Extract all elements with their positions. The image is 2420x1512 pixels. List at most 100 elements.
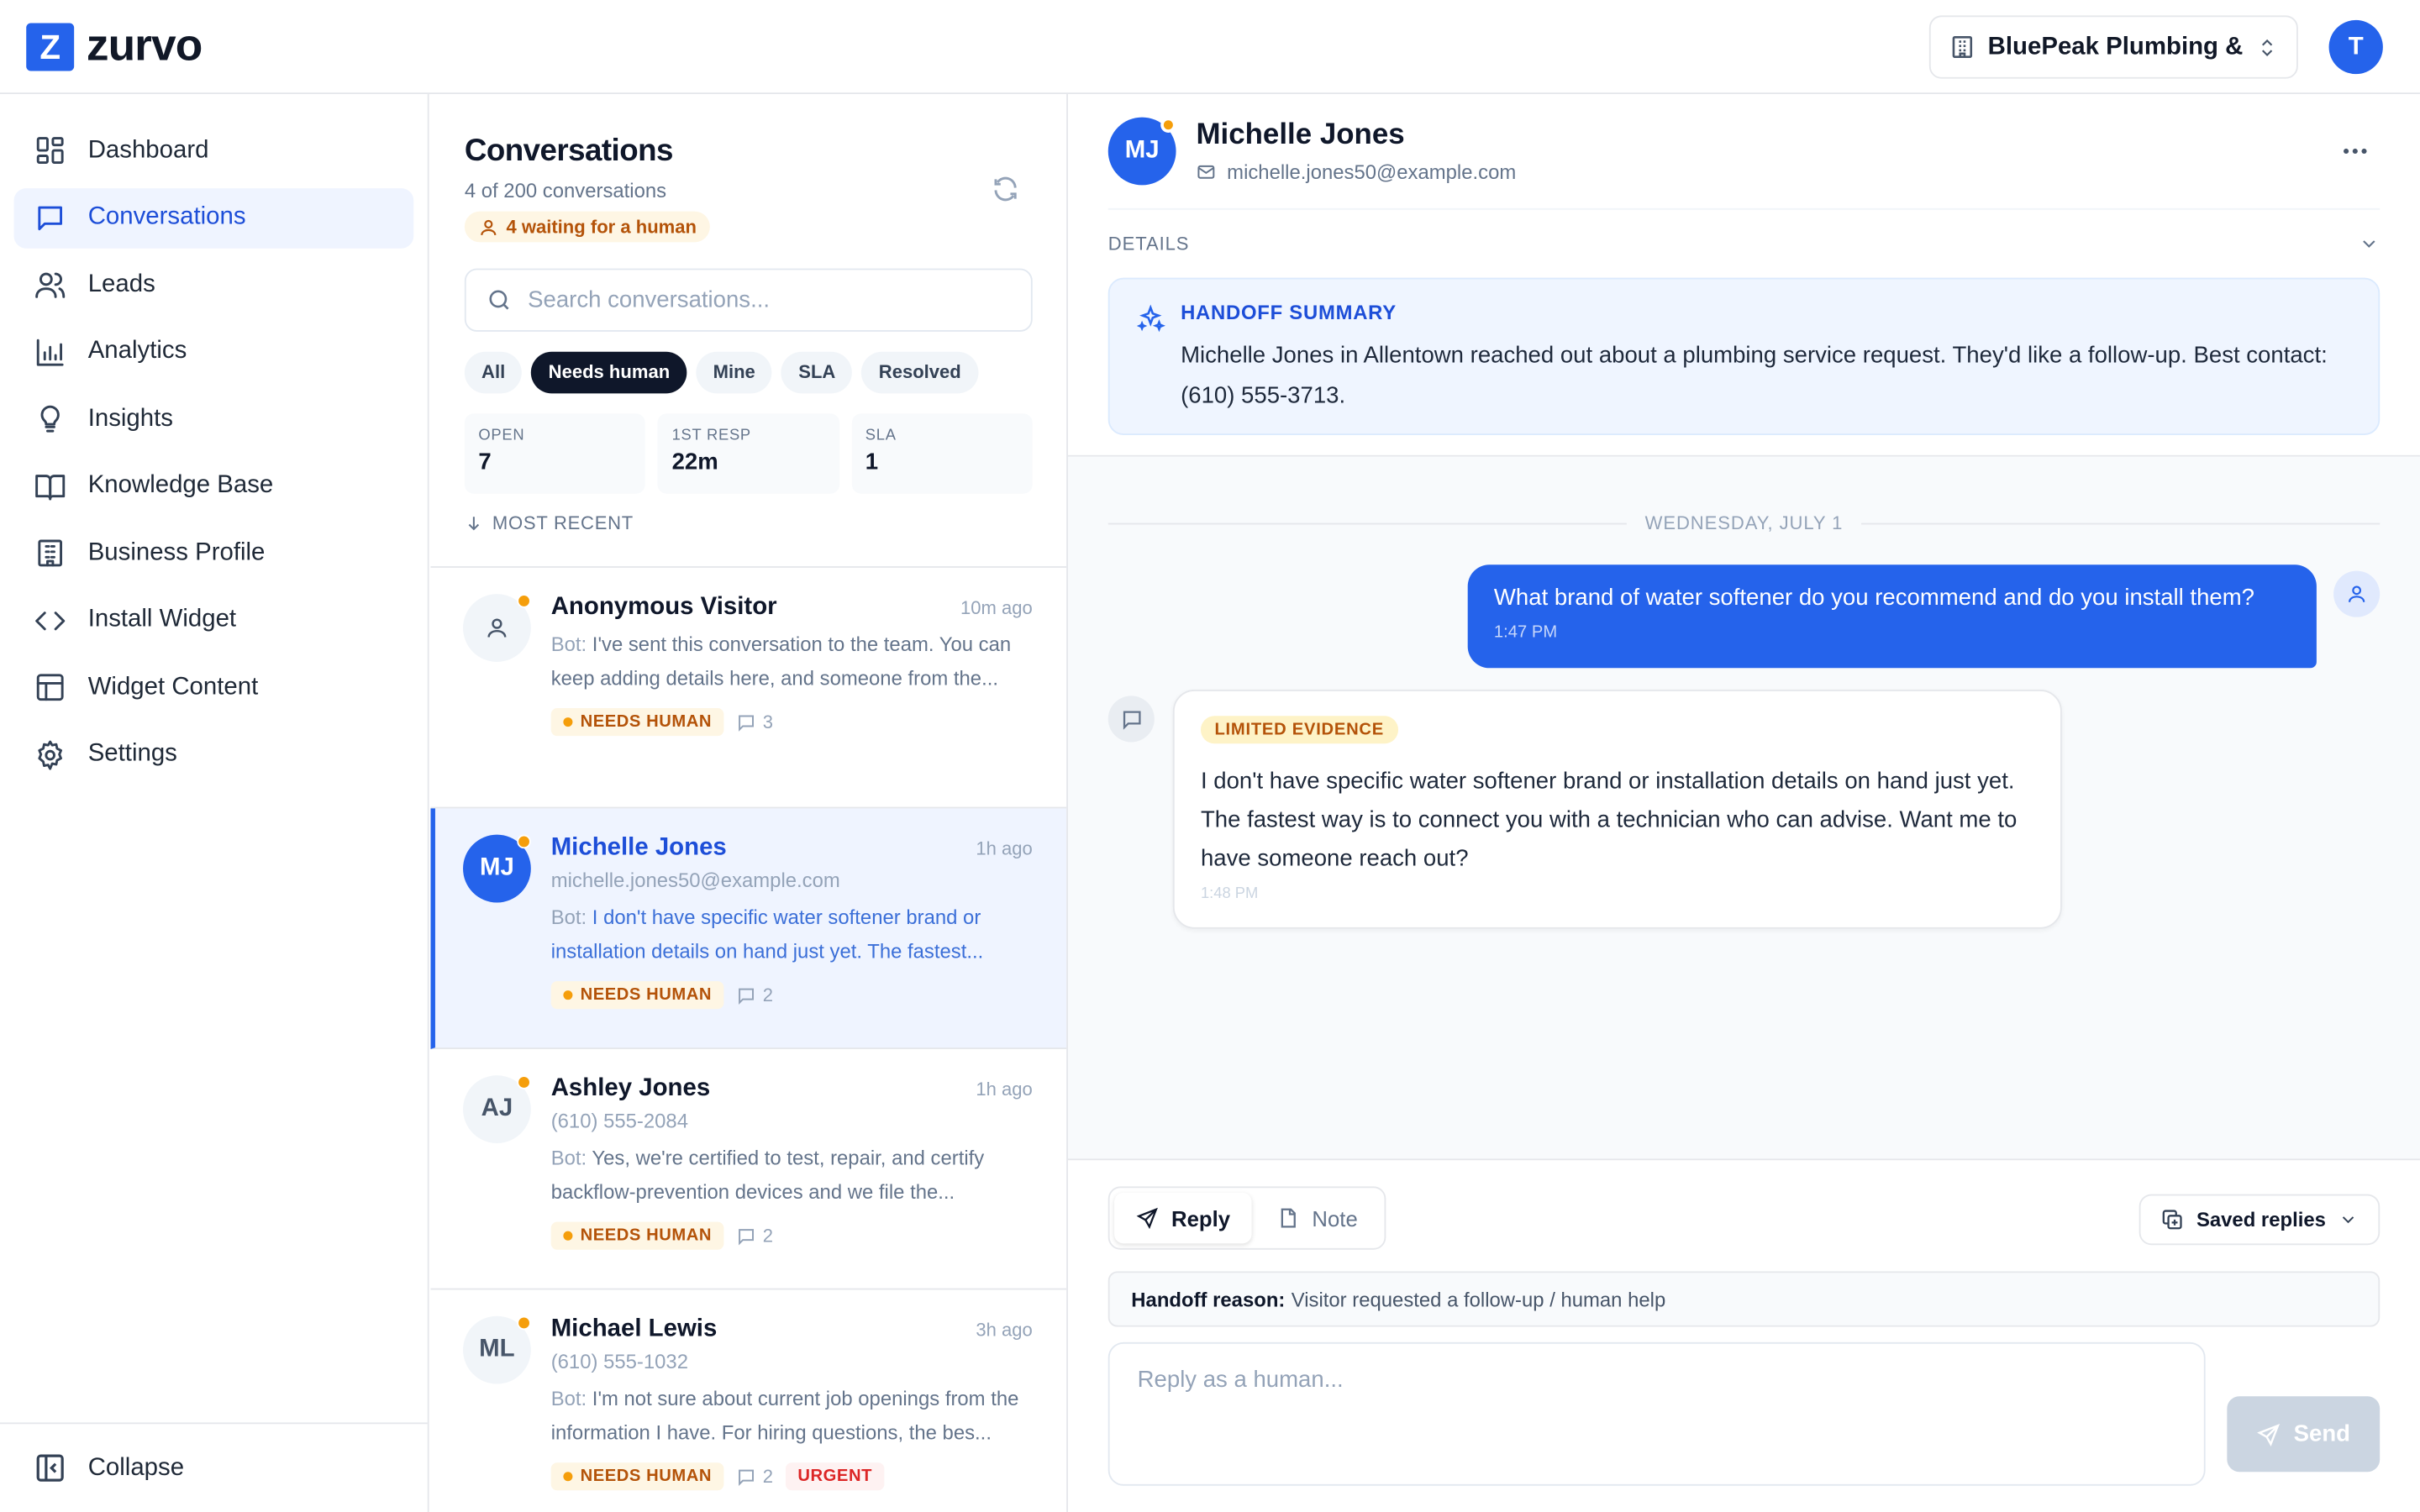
- stat-label: OPEN: [478, 426, 525, 444]
- date-label: WEDNESDAY, JULY 1: [1644, 512, 1844, 534]
- book-icon: [35, 474, 66, 500]
- conversation-name: Anonymous Visitor: [550, 594, 777, 621]
- user-icon: [487, 618, 507, 638]
- refresh-icon[interactable]: [991, 175, 1020, 204]
- bot-prefix: Bot:: [550, 1146, 587, 1170]
- conversation-time: 10m ago: [960, 596, 1033, 619]
- chat-bubble-icon: [1122, 710, 1140, 729]
- sidebar-item-settings[interactable]: Settings: [14, 724, 414, 785]
- sidebar-item-label: Widget Content: [87, 673, 259, 700]
- status-dot: [517, 594, 531, 608]
- status-dot: [517, 834, 531, 849]
- message-count-value: 3: [762, 711, 773, 733]
- collapse-icon: [36, 1454, 64, 1482]
- sort-control[interactable]: MOST RECENT: [465, 512, 1033, 533]
- sidebar-item-install-widget[interactable]: Install Widget: [14, 591, 414, 651]
- conversation-item[interactable]: MJ Michelle Jones 1h ago michelle.jones50@e…: [430, 808, 1067, 1049]
- collapse-label: Collapse: [87, 1454, 185, 1481]
- handoff-reason-bar: Handoff reason: Visitor requested a foll…: [1107, 1271, 2381, 1327]
- filter-chip-sla[interactable]: SLA: [781, 350, 853, 393]
- stat-label: SLA: [865, 426, 897, 444]
- search-icon: [489, 289, 509, 309]
- conversation-item[interactable]: AJ Ashley Jones 1h ago (610) 555-2084 Bot: Y…: [430, 1049, 1067, 1290]
- sidebar-item-insights[interactable]: Insights: [14, 389, 414, 449]
- sidebar-item-label: Insights: [87, 405, 173, 432]
- filter-chip-needs-human[interactable]: Needs human: [531, 350, 687, 393]
- collapse-button[interactable]: Collapse: [0, 1422, 428, 1512]
- sidebar-item-leads[interactable]: Leads: [14, 255, 414, 315]
- bot-prefix: Bot:: [550, 633, 587, 656]
- arrow-down-icon: [468, 516, 480, 530]
- conversation-contact: (610) 555-2084: [550, 1109, 688, 1133]
- filter-chip-all[interactable]: All: [464, 350, 523, 393]
- needs-human-badge: NEEDS HUMAN: [550, 1462, 724, 1491]
- sidebar-item-conversations[interactable]: Conversations: [13, 187, 414, 248]
- details-toggle[interactable]: DETAILS: [1107, 207, 2381, 276]
- code-icon: [35, 611, 66, 630]
- chat-bubble-icon: [739, 1228, 755, 1245]
- sidebar-item-dashboard[interactable]: Dashboard: [14, 120, 414, 181]
- user-icon: [481, 218, 497, 235]
- waiting-text: 4 waiting for a human: [506, 216, 697, 238]
- building-icon: [1952, 36, 1973, 59]
- contact-email-text: michelle.jones50@example.com: [1227, 160, 1517, 184]
- visitor-message: What brand of water softener do you reco…: [1467, 564, 2317, 669]
- conversation-contact: (610) 555-1032: [550, 1350, 688, 1373]
- status-dot: [517, 1315, 531, 1331]
- sidebar-item-business-profile[interactable]: Business Profile: [14, 523, 414, 584]
- send-button[interactable]: Send: [2227, 1396, 2381, 1473]
- saved-replies-dropdown[interactable]: Saved replies: [2139, 1194, 2381, 1246]
- conversation-detail: MJ Michelle Jones michelle.jones50@examp…: [1067, 94, 2420, 1512]
- sidebar-item-label: Conversations: [87, 203, 246, 230]
- user-avatar[interactable]: T: [2328, 19, 2383, 75]
- filter-chip-mine[interactable]: Mine: [696, 350, 773, 393]
- conversations-title: Conversations: [464, 134, 674, 169]
- evidence-badge: LIMITED EVIDENCE: [1200, 716, 1398, 744]
- sidebar-item-analytics[interactable]: Analytics: [14, 322, 414, 382]
- more-options-icon[interactable]: [2339, 136, 2370, 167]
- conversation-avatar: AJ: [463, 1075, 531, 1143]
- filter-chip-resolved[interactable]: Resolved: [861, 350, 978, 393]
- sidebar-item-knowledge-base[interactable]: Knowledge Base: [14, 456, 414, 517]
- preview-text: Yes, we're certified to test, repair, an…: [550, 1146, 985, 1204]
- sidebar-item-label: Leads: [87, 270, 155, 297]
- conversation-tags: NEEDS HUMAN 2: [550, 981, 1033, 1010]
- reply-tab-label: Reply: [1171, 1205, 1231, 1231]
- message-count: 2: [736, 984, 773, 1006]
- sidebar-item-widget-content[interactable]: Widget Content: [14, 657, 414, 717]
- conversation-tags: NEEDS HUMAN 3: [550, 708, 1033, 737]
- conversation-list-panel: Conversations 4 of 200 conversations 4 w…: [430, 94, 1068, 1512]
- search-placeholder: Search conversations...: [528, 286, 771, 312]
- logo[interactable]: Z zurvo: [26, 21, 203, 73]
- bar-chart-icon: [36, 338, 64, 365]
- sidebar-item-label: Business Profile: [87, 538, 266, 566]
- reply-tab[interactable]: Reply: [1114, 1192, 1252, 1244]
- conversation-time: 3h ago: [976, 1319, 1033, 1341]
- conversation-preview: Bot: I've sent this conversation to the …: [551, 628, 1033, 696]
- logo-text: zurvo: [86, 21, 203, 71]
- search-input[interactable]: Search conversations...: [464, 267, 1033, 331]
- org-name: BluePeak Plumbing & ...: [1987, 33, 2244, 60]
- org-switcher[interactable]: BluePeak Plumbing & ...: [1928, 15, 2298, 79]
- conversation-item[interactable]: ML Michael Lewis 3h ago (610) 555-1032 Bot: …: [430, 1289, 1066, 1511]
- conversation-header: MJ Michelle Jones michelle.jones50@examp…: [1067, 94, 2420, 457]
- gear-icon: [38, 739, 62, 769]
- building-icon: [38, 539, 62, 567]
- stat-card: SLA 1: [851, 412, 1033, 493]
- note-tab[interactable]: Note: [1255, 1193, 1379, 1244]
- conversation-avatar: [463, 594, 531, 662]
- composer: Reply Note Saved replies Handoff reason:…: [1067, 1158, 2420, 1512]
- note-icon: [1281, 1208, 1297, 1228]
- conversation-contact: michelle.jones50@example.com: [550, 869, 840, 892]
- chat-bubble-icon: [739, 1468, 755, 1486]
- handoff-summary-title: HANDOFF SUMMARY: [1181, 301, 1397, 324]
- conversation-time: 1h ago: [976, 1078, 1033, 1100]
- message-thread: WEDNESDAY, JULY 1 What brand of water so…: [1067, 456, 2420, 1159]
- bot-prefix: Bot:: [550, 906, 587, 929]
- reply-input[interactable]: Reply as a human...: [1107, 1341, 2206, 1486]
- conversation-item[interactable]: Anonymous Visitor 10m ago Bot: I've sent t…: [430, 568, 1067, 809]
- contact-avatar: MJ: [1107, 117, 1176, 186]
- stats-row: OPEN 7 1ST RESP 22m SLA 1: [464, 412, 1033, 493]
- stat-card: OPEN 7: [464, 412, 646, 493]
- preview-text: I'm not sure about current job openings …: [550, 1387, 1019, 1445]
